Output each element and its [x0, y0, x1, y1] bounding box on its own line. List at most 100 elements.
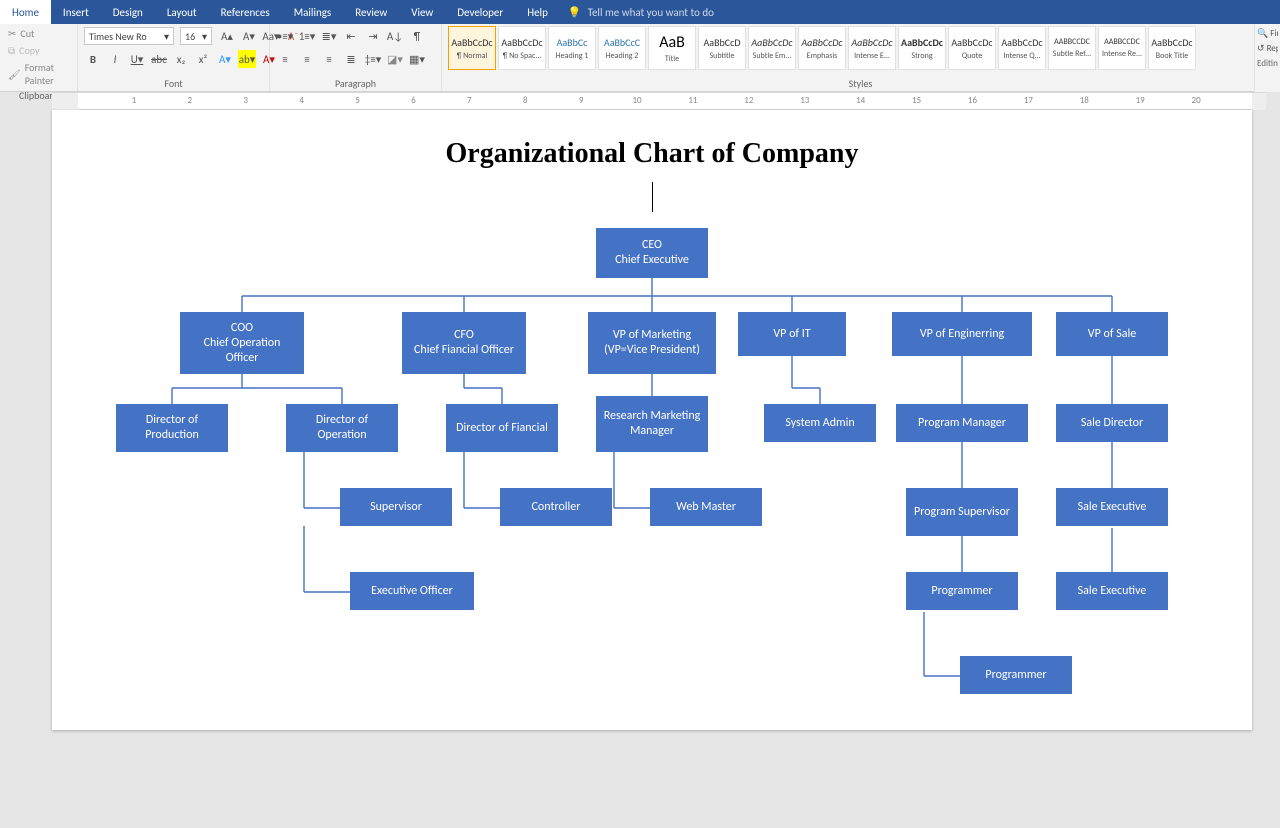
style-subtitle[interactable]: AaBbCcDSubtitle: [698, 26, 746, 70]
group-clipboard: ✂Cut ⧉Copy 🖌Format Painter Clipboard: [0, 24, 78, 91]
node-cfo[interactable]: CFO Chief Fiancial Officer: [402, 312, 526, 374]
node-director-financial[interactable]: Director of Fiancial: [446, 404, 558, 452]
align-center-button[interactable]: ≡: [298, 50, 316, 68]
node-vp-engineering[interactable]: VP of Enginerring: [892, 312, 1032, 356]
node-vp-it[interactable]: VP of IT: [738, 312, 846, 356]
font-name-select[interactable]: Times New Ro ▾: [84, 27, 174, 45]
ruler-tick: 4: [299, 95, 304, 106]
grow-font-button[interactable]: A▴: [218, 27, 236, 45]
node-executive-officer[interactable]: Executive Officer: [350, 572, 474, 610]
align-left-button[interactable]: ≡: [276, 50, 294, 68]
node-program-supervisor[interactable]: Program Supervisor: [906, 488, 1018, 536]
node-programmer-2[interactable]: Programmer: [960, 656, 1072, 694]
style--normal[interactable]: AaBbCcDc¶ Normal: [448, 26, 496, 70]
horizontal-ruler[interactable]: 1234567891011121314151617181920: [52, 92, 1266, 110]
line-spacing-button[interactable]: ‡≡▾: [364, 50, 382, 68]
ruler-tick: 2: [188, 95, 193, 106]
tab-layout[interactable]: Layout: [155, 0, 209, 24]
node-program-manager[interactable]: Program Manager: [896, 404, 1028, 442]
ruler-tick: 5: [355, 95, 360, 106]
superscript-button[interactable]: x²: [194, 50, 212, 68]
ruler-tick: 8: [523, 95, 528, 106]
style-intense-re-[interactable]: AABBCCDCIntense Re...: [1098, 26, 1146, 70]
style-intense-e-[interactable]: AaBbCcDcIntense E...: [848, 26, 896, 70]
node-ceo[interactable]: CEO Chief Executive: [596, 228, 708, 278]
node-sale-director[interactable]: Sale Director: [1056, 404, 1168, 442]
node-controller[interactable]: Controller: [500, 488, 612, 526]
ruler-tick: 12: [744, 95, 753, 106]
ruler-tick: 11: [688, 95, 697, 106]
org-chart: CEO Chief Executive COO Chief Operation …: [92, 228, 1212, 720]
style-emphasis[interactable]: AaBbCcDcEmphasis: [798, 26, 846, 70]
bold-button[interactable]: B: [84, 50, 102, 68]
show-marks-button[interactable]: ¶: [408, 27, 426, 45]
shading-button[interactable]: ◪▾: [386, 50, 404, 68]
increase-indent-button[interactable]: ⇥: [364, 27, 382, 45]
tab-help[interactable]: Help: [515, 0, 560, 24]
cut-button[interactable]: ✂Cut: [6, 26, 71, 41]
style-subtle-ref-[interactable]: AABBCCDCSubtle Ref...: [1048, 26, 1096, 70]
node-vp-sale[interactable]: VP of Sale: [1056, 312, 1168, 356]
sort-button[interactable]: A↓: [386, 27, 404, 45]
borders-button[interactable]: ▦▾: [408, 50, 426, 68]
node-coo[interactable]: COO Chief Operation Officer: [180, 312, 304, 374]
group-label-styles: Styles: [448, 76, 1273, 91]
shrink-font-button[interactable]: A▾: [240, 27, 258, 45]
replace-button[interactable]: ↺ Replace: [1257, 43, 1278, 54]
style--no-spac-[interactable]: AaBbCcDc¶ No Spac...: [498, 26, 546, 70]
style-title[interactable]: AaBTitle: [648, 26, 696, 70]
copy-button[interactable]: ⧉Copy: [6, 43, 71, 58]
node-director-production[interactable]: Director of Production: [116, 404, 228, 452]
strikethrough-button[interactable]: abc: [150, 50, 168, 68]
multilevel-button[interactable]: ≣▾: [320, 27, 338, 45]
underline-button[interactable]: U▾: [128, 50, 146, 68]
node-vp-marketing[interactable]: VP of Marketing (VP=Vice President): [588, 312, 716, 374]
ruler-tick: 19: [1136, 95, 1145, 106]
page[interactable]: Organizational Chart of Company: [52, 110, 1252, 730]
node-programmer-1[interactable]: Programmer: [906, 572, 1018, 610]
document-title: Organizational Chart of Company: [52, 110, 1252, 170]
tab-view[interactable]: View: [399, 0, 445, 24]
tab-insert[interactable]: Insert: [51, 0, 101, 24]
style-heading-2[interactable]: AaBbCcCHeading 2: [598, 26, 646, 70]
node-sale-executive-1[interactable]: Sale Executive: [1056, 488, 1168, 526]
italic-button[interactable]: I: [106, 50, 124, 68]
tab-references[interactable]: References: [209, 0, 282, 24]
node-supervisor[interactable]: Supervisor: [340, 488, 452, 526]
group-label-font: Font: [84, 76, 263, 91]
styles-gallery[interactable]: AaBbCcDc¶ NormalAaBbCcDc¶ No Spac...AaBb…: [448, 26, 1196, 70]
copy-icon: ⧉: [8, 44, 15, 57]
node-sale-executive-2[interactable]: Sale Executive: [1056, 572, 1168, 610]
node-system-admin[interactable]: System Admin: [764, 404, 876, 442]
ruler-tick: 1: [132, 95, 137, 106]
tab-review[interactable]: Review: [343, 0, 399, 24]
node-director-operation[interactable]: Director of Operation: [286, 404, 398, 452]
tab-home[interactable]: Home: [0, 0, 51, 24]
tab-developer[interactable]: Developer: [445, 0, 515, 24]
text-effects-button[interactable]: A▾: [216, 50, 234, 68]
tab-design[interactable]: Design: [101, 0, 155, 24]
style-heading-1[interactable]: AaBbCcHeading 1: [548, 26, 596, 70]
font-size-select[interactable]: 16 ▾: [180, 27, 212, 45]
tab-mailings[interactable]: Mailings: [282, 0, 344, 24]
align-right-button[interactable]: ≡: [320, 50, 338, 68]
node-web-master[interactable]: Web Master: [650, 488, 762, 526]
style-quote[interactable]: AaBbCcDcQuote: [948, 26, 996, 70]
justify-button[interactable]: ≣: [342, 50, 360, 68]
style-strong[interactable]: AaBbCcDcStrong: [898, 26, 946, 70]
numbering-button[interactable]: 1≡▾: [298, 27, 316, 45]
bullets-button[interactable]: •≡▾: [276, 27, 294, 45]
decrease-indent-button[interactable]: ⇤: [342, 27, 360, 45]
style-book-title[interactable]: AaBbCcDcBook Title: [1148, 26, 1196, 70]
node-research-marketing-manager[interactable]: Research Marketing Manager: [596, 396, 708, 452]
style-subtle-em-[interactable]: AaBbCcDcSubtle Em...: [748, 26, 796, 70]
group-label-paragraph: Paragraph: [276, 76, 435, 91]
highlight-button[interactable]: ab▾: [238, 50, 256, 68]
lightbulb-icon: 💡: [568, 6, 582, 19]
style-intense-q-[interactable]: AaBbCcDcIntense Q...: [998, 26, 1046, 70]
group-font: Times New Ro ▾ 16 ▾ A▴ A▾ Aa▾ A⁻ B I U▾ …: [78, 24, 270, 91]
find-button[interactable]: 🔍 Find: [1257, 28, 1278, 39]
tell-me-search[interactable]: 💡 Tell me what you want to do: [560, 0, 1280, 24]
format-painter-button[interactable]: 🖌Format Painter: [6, 60, 71, 88]
subscript-button[interactable]: x₂: [172, 50, 190, 68]
